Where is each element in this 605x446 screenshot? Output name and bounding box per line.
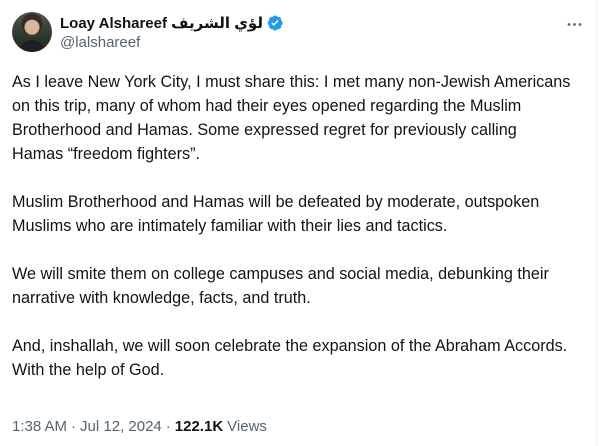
tweet-paragraph: Muslim Brotherhood and Hamas will be def… [12, 193, 540, 235]
avatar[interactable] [12, 12, 52, 52]
more-horizontal-icon[interactable] [559, 9, 589, 39]
tweet-time[interactable]: 1:38 AM [12, 418, 67, 435]
views-count[interactable]: 122.1K [175, 418, 223, 435]
views-label: Views [227, 418, 267, 435]
verified-badge-icon[interactable] [266, 14, 284, 32]
meta-separator: · [71, 418, 77, 435]
tweet-meta: 1:38 AM · Jul 12, 2024 · 122.1K Views [12, 418, 267, 435]
author-handle[interactable]: @lalshareef [60, 34, 284, 51]
avatar-figure [18, 40, 46, 52]
tweet-paragraph: And, inshallah, we will soon celebrate t… [12, 337, 568, 379]
tweet-header: Loay Alshareef لؤي الشريف @lalshareef [12, 12, 591, 56]
author-display-name[interactable]: Loay Alshareef لؤي الشريف [60, 14, 263, 32]
name-row: Loay Alshareef لؤي الشريف [60, 13, 284, 33]
divider [596, 0, 597, 446]
author-names: Loay Alshareef لؤي الشريف @lalshareef [60, 13, 284, 51]
tweet-paragraph: We will smite them on college campuses a… [12, 265, 549, 307]
tweet-paragraph: As I leave New York City, I must share t… [12, 73, 571, 163]
tweet-date[interactable]: Jul 12, 2024 [80, 418, 162, 435]
meta-separator: · [165, 418, 171, 435]
tweet-text: As I leave New York City, I must share t… [12, 70, 572, 382]
tweet-card: Loay Alshareef لؤي الشريف @lalshareef As… [0, 0, 605, 446]
